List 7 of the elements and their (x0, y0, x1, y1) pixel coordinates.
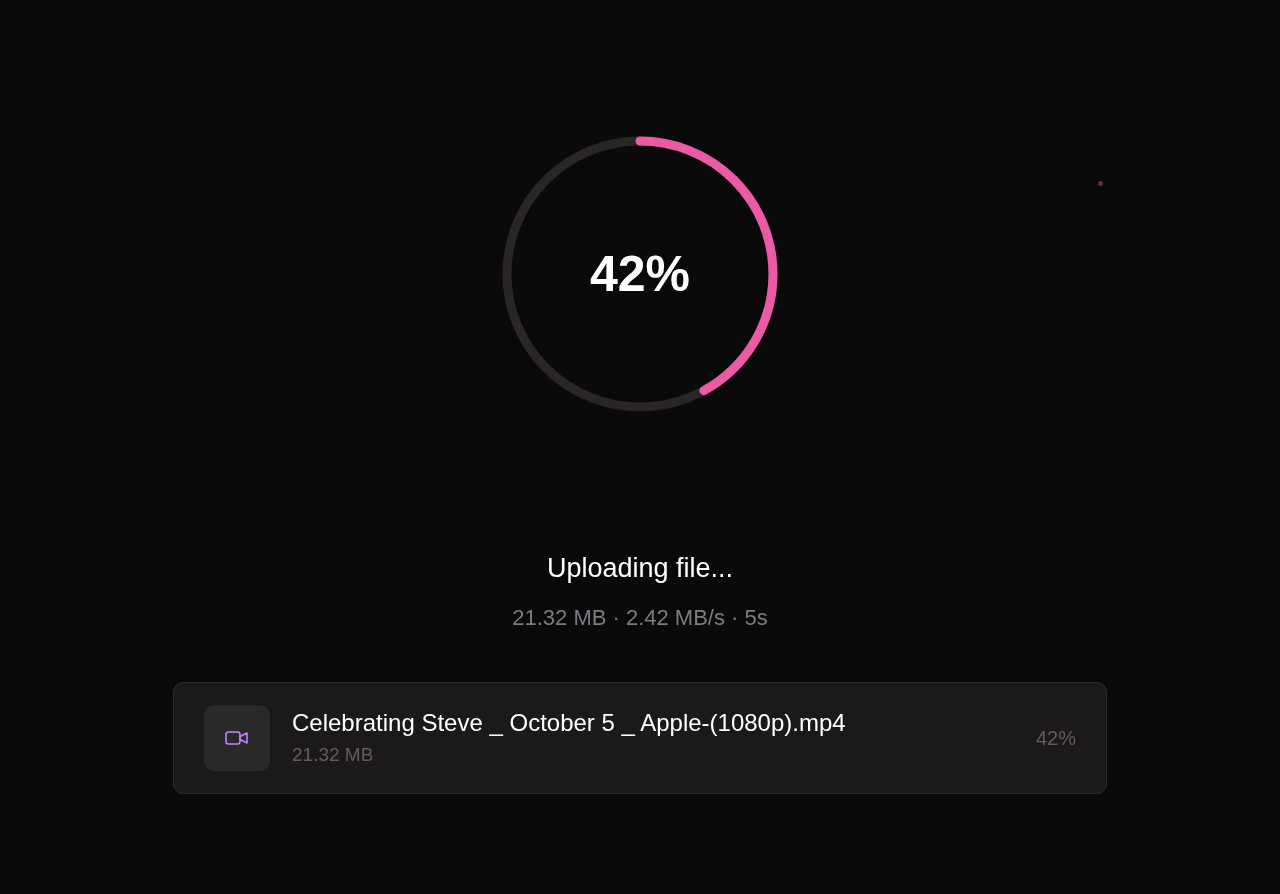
status-title: Uploading file... (546, 552, 734, 585)
video-camera-icon (225, 728, 249, 747)
progress-percentage: 42% (589, 244, 691, 304)
file-name: Celebrating Steve _ October 5 _ Apple-(1080p).mp4 (292, 708, 847, 739)
file-size: 21.32 MB (292, 743, 375, 768)
upload-details: 21.32 MB · 2.42 MB/s · 5s (512, 603, 768, 632)
file-percentage: 42% (1035, 725, 1076, 751)
